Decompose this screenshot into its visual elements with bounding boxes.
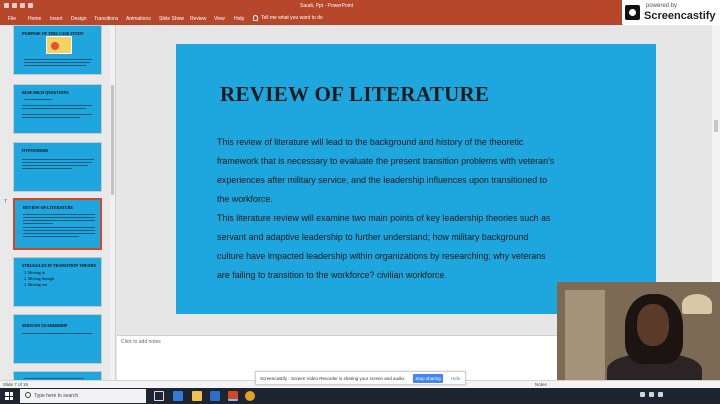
slide-thumbnail-active[interactable]: REVIEW OF LITERATURE (13, 198, 102, 250)
windows-taskbar: Type here to search (0, 388, 720, 404)
thumbnail-scrollbar[interactable] (110, 25, 115, 380)
chrome-icon[interactable] (245, 391, 255, 401)
quick-access-toolbar (4, 3, 33, 8)
title-bar: Saudi, Ppt - PowerPoint (0, 0, 720, 12)
thumbnail-number: 7 (4, 199, 7, 205)
taskbar-search-placeholder: Type here to search (34, 393, 79, 399)
powerpoint-window: Saudi, Ppt - PowerPoint File Home Insert… (0, 0, 720, 404)
thumbnail-list-item: 3. Moving out (24, 282, 47, 287)
window-title: Saudi, Ppt - PowerPoint (300, 3, 354, 9)
thumbnail-title: RESEARCH QUESTIONS (22, 90, 69, 95)
slide-body-line: framework that is necessary to evaluate … (217, 156, 555, 166)
slide-thumbnail-pane: PURPOSE OF THIS CASE STUDY RESEARCH QUES… (0, 25, 116, 380)
slide-body-line: This review of literature will lead to t… (217, 137, 524, 147)
undo-icon[interactable] (12, 3, 17, 8)
system-tray (640, 392, 663, 397)
present-icon[interactable] (28, 3, 33, 8)
notes-toggle[interactable]: Notes (535, 382, 547, 387)
tell-me-search[interactable]: Tell me what you want to do (253, 15, 323, 21)
screencastify-watermark: powered by Screencastify (622, 0, 720, 26)
slide-body-line: experiences after military service, and … (217, 175, 548, 185)
notification-icon[interactable] (658, 392, 663, 397)
search-icon (25, 392, 31, 398)
tab-help[interactable]: Help (234, 16, 244, 22)
tab-home[interactable]: Home (28, 16, 41, 22)
slide-body-line: servant and adaptive leadership to furth… (217, 232, 529, 242)
store-icon[interactable] (210, 391, 220, 401)
slide-thumbnail[interactable] (13, 371, 102, 380)
notes-placeholder: Click to add notes (121, 339, 161, 345)
volume-icon[interactable] (649, 392, 654, 397)
slide-body-line: This literature review will examine two … (217, 213, 551, 223)
tab-slide-show[interactable]: Slide Show (159, 16, 184, 22)
tab-animations[interactable]: Animations (126, 16, 151, 22)
slide-counter: Slide 7 of 19 (3, 382, 29, 387)
screen-share-banner: Screencastify - Screen Video Recorder is… (255, 371, 466, 385)
tab-design[interactable]: Design (71, 16, 87, 22)
tab-view[interactable]: View (214, 16, 225, 22)
slide-thumbnail[interactable]: PURPOSE OF THIS CASE STUDY (13, 25, 102, 75)
powered-by-label: powered by (646, 3, 678, 9)
tell-me-label: Tell me what you want to do (261, 15, 323, 21)
windows-start-icon[interactable] (5, 392, 13, 400)
tab-file[interactable]: File (8, 16, 16, 22)
stop-sharing-button[interactable]: Stop sharing (413, 374, 443, 383)
network-icon[interactable] (640, 392, 645, 397)
ribbon-tabs: File Home Insert Design Transitions Anim… (0, 12, 720, 25)
thumbnail-title: REVIEW OF LITERATURE (23, 205, 74, 210)
current-slide[interactable]: REVIEW OF LITERATURE This review of lite… (176, 44, 656, 314)
slide-title[interactable]: REVIEW OF LITERATURE (220, 82, 489, 107)
screencastify-logo-icon (625, 5, 640, 20)
thumbnail-title: STRUGGLES IN TRANSITION THEORY (22, 263, 97, 268)
hide-button[interactable]: Hide (451, 376, 460, 381)
save-icon[interactable] (4, 3, 9, 8)
share-message: Screencastify - Screen Video Recorder is… (260, 376, 406, 381)
tab-insert[interactable]: Insert (50, 16, 63, 22)
slide-body-line: the workforce. (217, 194, 273, 204)
slide-thumbnail[interactable]: RESEARCH QUESTIONS (13, 84, 102, 134)
tab-transitions[interactable]: Transitions (94, 16, 118, 22)
slide-body[interactable]: This review of literature will lead to t… (217, 133, 617, 285)
thumbnail-picture (46, 36, 72, 54)
slide-thumbnail[interactable]: SERVANT LEADERSHIP (13, 314, 102, 364)
redo-icon[interactable] (20, 3, 25, 8)
taskbar-search-box[interactable]: Type here to search (20, 389, 146, 403)
webcam-overlay (557, 282, 720, 388)
lightbulb-icon (253, 15, 258, 21)
thumbnail-title: SERVANT LEADERSHIP (22, 323, 68, 328)
thumbnail-title: HYPOTHESIS (22, 148, 49, 153)
thumbnail-list: 1. Moving in 2. Moving through 3. Moving… (24, 270, 54, 288)
tab-review[interactable]: Review (190, 16, 206, 22)
thumbnail-scroll-thumb[interactable] (111, 85, 114, 195)
slide-thumbnail[interactable]: STRUGGLES IN TRANSITION THEORY 1. Moving… (13, 257, 102, 307)
powerpoint-taskbar-icon[interactable] (228, 391, 238, 401)
editor-scroll-thumb[interactable] (714, 120, 718, 132)
edge-icon[interactable] (173, 391, 183, 401)
slide-thumbnail[interactable]: HYPOTHESIS (13, 142, 102, 192)
task-view-icon[interactable] (154, 391, 164, 401)
screencastify-brand: Screencastify (644, 10, 716, 22)
file-explorer-icon[interactable] (192, 391, 202, 401)
slide-body-line: culture have impacted leadership within … (217, 251, 546, 261)
